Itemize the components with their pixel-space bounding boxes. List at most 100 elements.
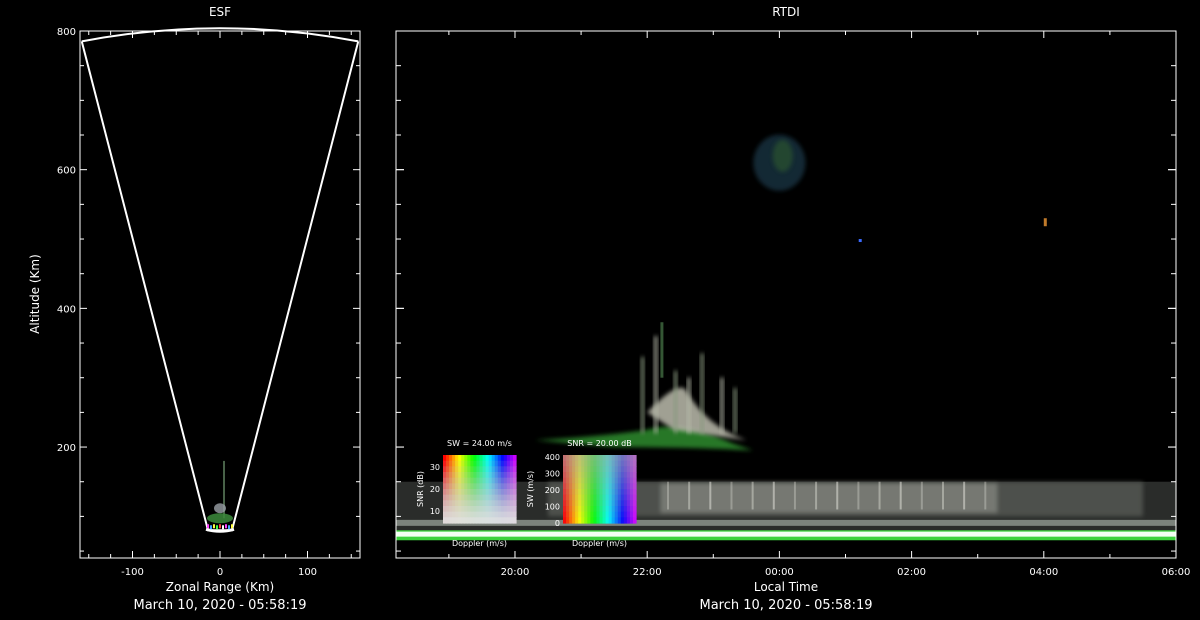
esf-fan-edges: [80, 41, 360, 532]
rtdi-layer-streak: [942, 481, 944, 510]
snr-legend-title: SNR = 20.00 dB: [567, 439, 631, 448]
legend-swatch: [512, 500, 517, 507]
rtdi-patch-core: [772, 139, 793, 172]
esf-echo-pixel: [219, 524, 221, 529]
rtdi-layer-streak: [730, 481, 733, 510]
sw-legend-xlabel: Doppler (m/s): [452, 539, 507, 548]
legend-swatch: [632, 506, 637, 513]
rtdi-layer-streak: [984, 481, 987, 510]
esf-xtick-label: 0: [217, 567, 223, 578]
rtdi-layer-streak: [815, 481, 818, 510]
esf-xtick-label: 100: [298, 567, 317, 578]
rtdi-orange-speck: [1043, 218, 1047, 227]
legend-swatch: [512, 472, 517, 479]
esf-echo-pixel: [231, 524, 233, 529]
rtdi-layer-streak: [667, 481, 670, 510]
legend-swatch: [512, 460, 517, 467]
rtdi-plume-tip: [660, 322, 664, 378]
rtdi-xtick-label: 22:00: [633, 567, 662, 578]
legend-swatch: [632, 477, 637, 484]
legend-swatch: [512, 477, 517, 484]
esf-echo-pixel: [207, 524, 209, 529]
snr-legend-ytick: 200: [545, 486, 560, 495]
legend-swatch: [512, 455, 517, 462]
rtdi-layer-streak: [751, 481, 754, 510]
rtdi-xlabel: Local Time: [753, 580, 819, 594]
sw-legend-ytick: 20: [430, 485, 440, 494]
sw-legend-ytick: 10: [430, 507, 440, 516]
legend-swatch: [512, 483, 517, 490]
legend-swatch: [512, 466, 517, 473]
legend-swatch: [632, 460, 637, 467]
snr-colorbar: [563, 455, 637, 524]
legend-swatch: [512, 494, 517, 501]
snr-legend-ytick: 100: [545, 503, 560, 512]
legend-swatch: [632, 517, 637, 524]
esf-ytick-label: 400: [57, 304, 76, 315]
sw-legend-ytick: 30: [430, 463, 440, 472]
rtdi-xtick-label: 20:00: [501, 567, 530, 578]
legend-swatch: [512, 489, 517, 496]
legend-swatch: [632, 455, 637, 462]
snr-legend-ylabel: SW (m/s): [526, 471, 535, 507]
legend-swatch: [632, 489, 637, 496]
snr-legend-ytick: 400: [545, 453, 560, 462]
legend-swatch: [512, 511, 517, 518]
esf-echo-pixel: [228, 525, 230, 530]
esf-echo-pixel: [222, 525, 224, 530]
sw-legend-title: SW = 24.00 m/s: [447, 439, 512, 448]
rtdi-layer-streak: [857, 481, 860, 510]
esf-frame: [79, 30, 361, 559]
esf-echo-pixel: [210, 525, 212, 530]
sw-legend-ylabel: SNR (dB): [416, 471, 425, 507]
esf-ytick-label: 800: [57, 27, 76, 38]
rtdi-layer-streak: [899, 481, 902, 510]
rtdi-white-line: [396, 531, 1176, 537]
rtdi-layer-streak: [878, 481, 881, 510]
rtdi-layer-streak: [920, 481, 923, 510]
rtdi-layer-streak: [709, 481, 712, 510]
rtdi-plume-column: [733, 388, 738, 434]
esf-ytick-label: 200: [57, 443, 76, 454]
snr-legend-ytick: 0: [555, 519, 560, 528]
esf-ylabel: Altitude (Km): [28, 254, 42, 334]
esf-echo-band: [207, 513, 233, 524]
rtdi-date: March 10, 2020 - 05:58:19: [699, 598, 873, 613]
esf-date: March 10, 2020 - 05:58:19: [133, 598, 307, 613]
legend-swatch: [632, 511, 637, 518]
rtdi-blue-speck: [858, 239, 862, 243]
legend-swatch: [632, 500, 637, 507]
rtdi-layer-streak: [688, 481, 691, 510]
sw-colorbar: [443, 455, 517, 524]
legend-swatch: [632, 466, 637, 473]
rtdi-layer-streak: [772, 481, 775, 510]
rtdi-plume-column: [700, 353, 705, 434]
rtdi-plume-column: [640, 356, 645, 434]
esf-echo-pixel: [225, 524, 227, 529]
rtdi-plume-column: [653, 336, 658, 434]
legend-swatch: [632, 494, 637, 501]
rtdi-plume-column: [673, 370, 678, 434]
rtdi-layer-streak: [836, 481, 839, 510]
rtdi-plume-column: [686, 377, 691, 434]
legend-swatch: [512, 517, 517, 524]
esf-echo-pixel: [213, 524, 215, 529]
rtdi-layer-streak: [963, 481, 966, 510]
legend-swatch: [512, 506, 517, 513]
legend-swatch: [632, 483, 637, 490]
rtdi-plot: 20:00 22:00 00:00 02:00 04:00 06:00 SW = 24.00…: [395, 30, 1191, 578]
esf-xlabel: Zonal Range (Km): [165, 580, 275, 594]
rtdi-plume-column: [719, 377, 724, 434]
rtdi-layer-streak: [793, 481, 796, 510]
esf-plot: 200 400 600 800 -100 0 100: [57, 27, 361, 578]
legend-swatch: [632, 472, 637, 479]
rtdi-xtick-label: 04:00: [1029, 567, 1058, 578]
esf-echo-pixel: [216, 525, 218, 530]
snr-legend-ytick: 300: [545, 470, 560, 479]
esf-echo-core: [214, 503, 226, 514]
rtdi-xtick-label: 06:00: [1162, 567, 1191, 578]
esf-xtick-label: -100: [121, 567, 144, 578]
esf-ytick-label: 600: [57, 166, 76, 177]
snr-legend-xlabel: Doppler (m/s): [572, 539, 627, 548]
rtdi-xtick-label: 02:00: [897, 567, 926, 578]
